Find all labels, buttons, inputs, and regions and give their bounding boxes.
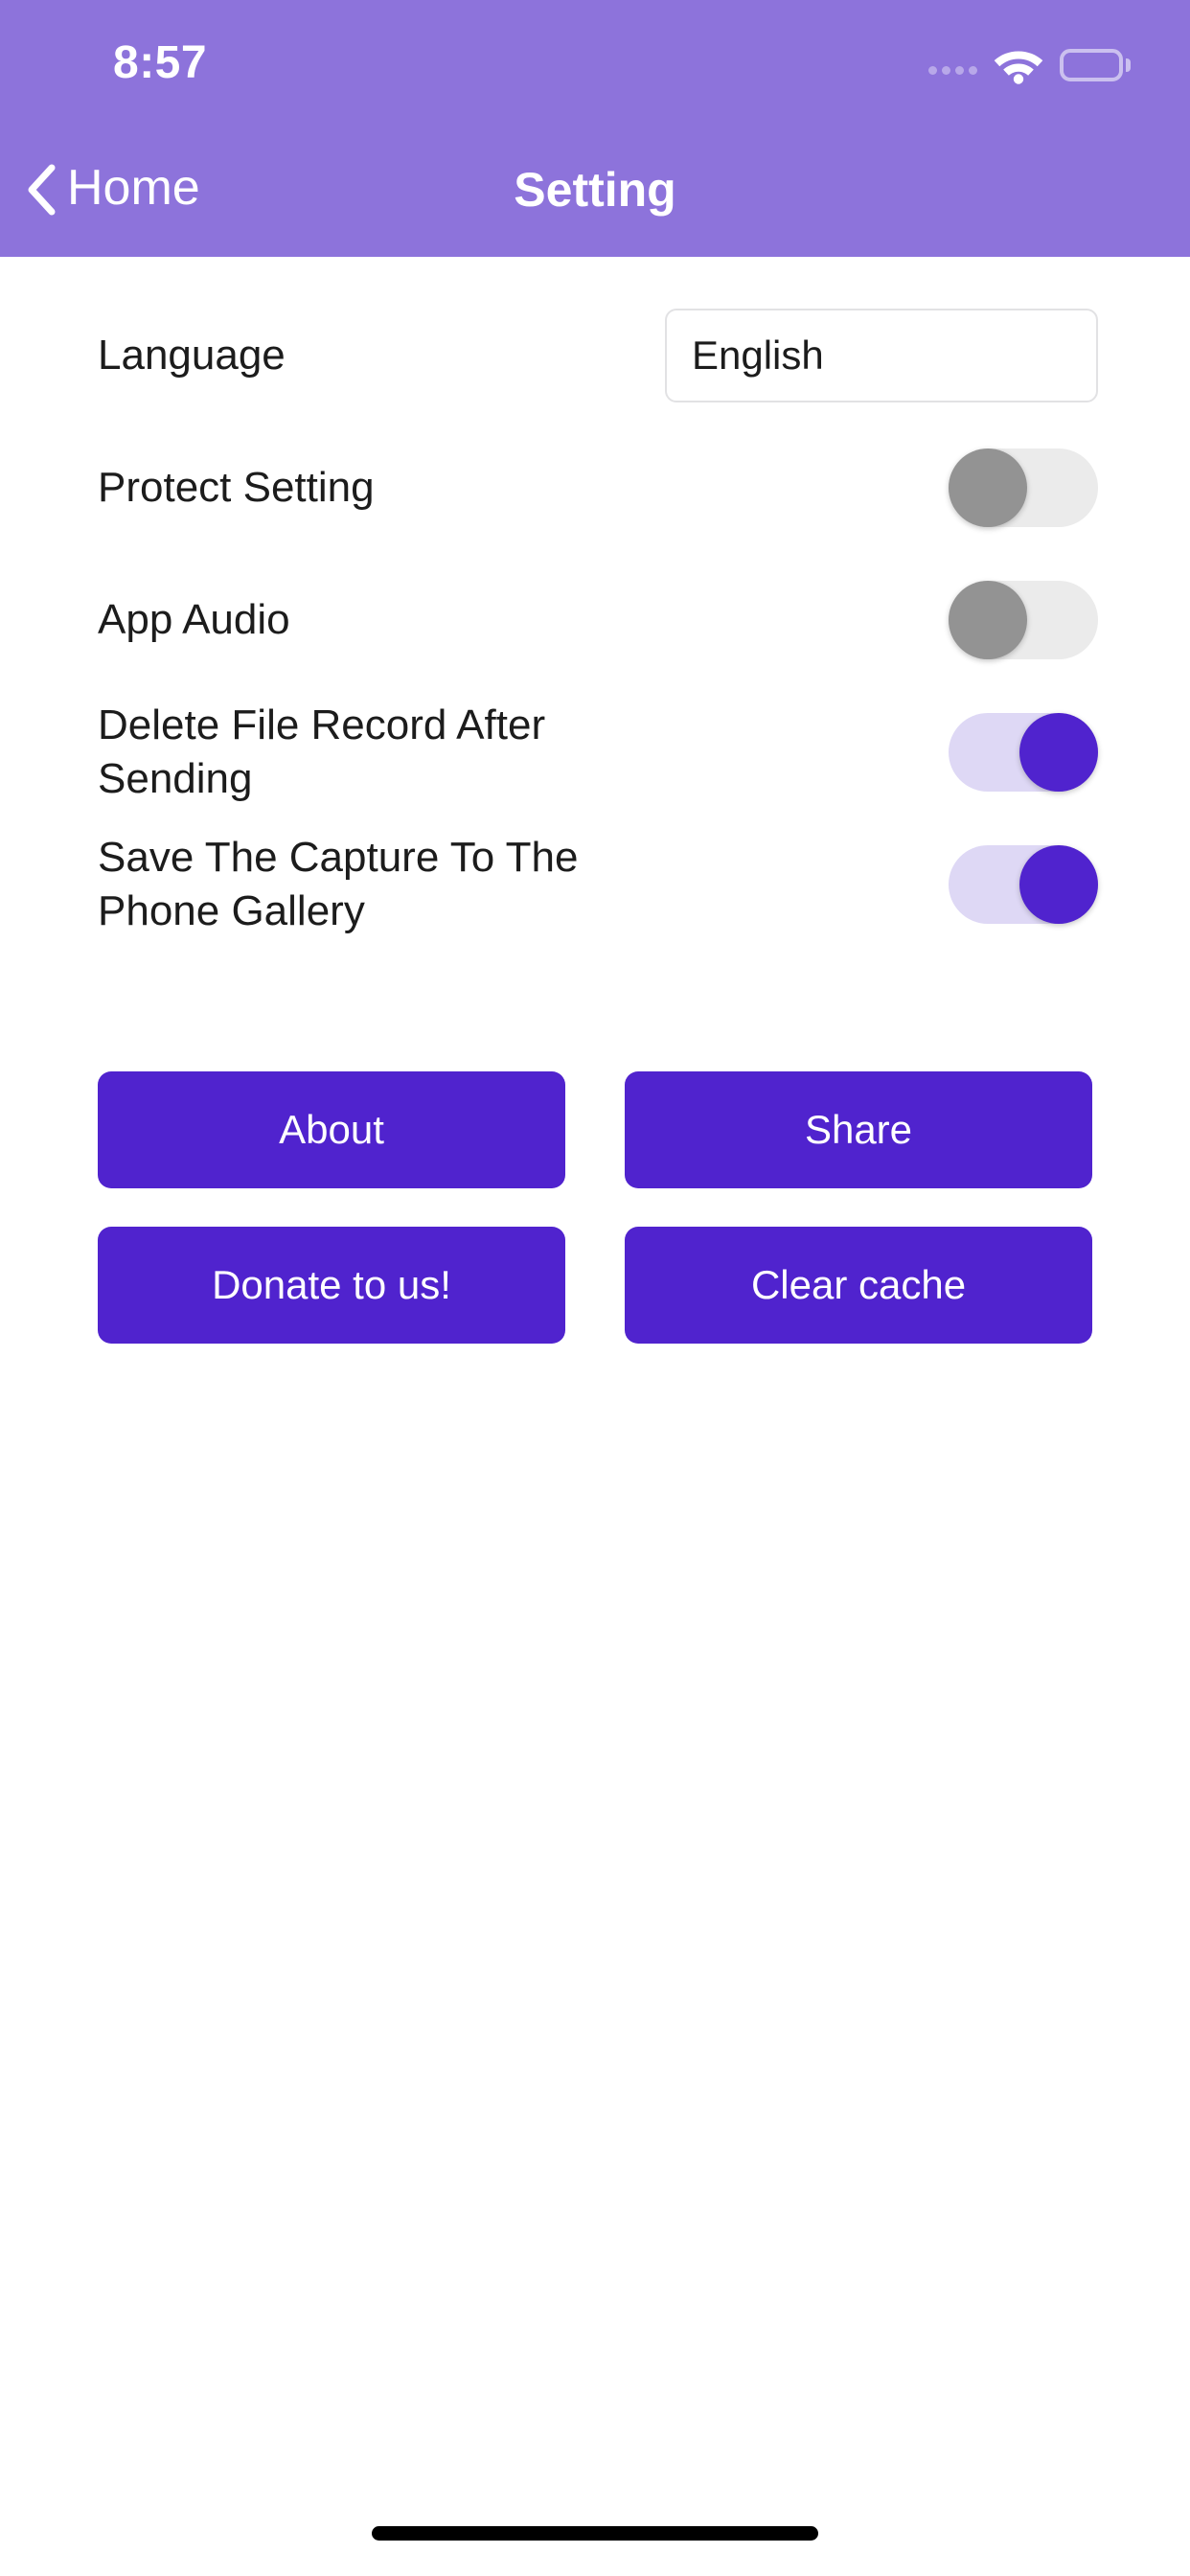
- back-button[interactable]: Home: [25, 123, 217, 257]
- phone-screen: 8:57: [0, 0, 1190, 2576]
- setting-label: Save The Capture To The Phone Gallery: [98, 831, 711, 939]
- clear-cache-button[interactable]: Clear cache: [625, 1227, 1092, 1344]
- toggle-thumb: [949, 581, 1027, 659]
- status-bar-indicators: [928, 42, 1131, 88]
- delete-file-record-toggle[interactable]: [949, 713, 1098, 792]
- home-indicator-area: [0, 2490, 1190, 2576]
- battery-icon: [1060, 48, 1131, 82]
- app-audio-toggle[interactable]: [949, 581, 1098, 659]
- home-indicator[interactable]: [372, 2526, 818, 2541]
- setting-row-protect-setting: Protect Setting: [0, 422, 1190, 554]
- setting-row-language: Language English: [0, 289, 1190, 422]
- setting-label: Protect Setting: [98, 461, 375, 515]
- settings-list: Language English Protect Setting App Aud…: [0, 257, 1190, 951]
- app-header: 8:57: [0, 0, 1190, 257]
- setting-label: App Audio: [98, 593, 290, 647]
- status-bar: 8:57: [0, 0, 1190, 123]
- setting-label: Language: [98, 329, 286, 382]
- wifi-icon: [993, 46, 1044, 84]
- action-button-grid: About Share Donate to us! Clear cache: [0, 1071, 1190, 1344]
- language-select-value: English: [692, 333, 824, 379]
- setting-label: Delete File Record After Sending: [98, 699, 711, 807]
- toggle-thumb: [1019, 713, 1098, 792]
- donate-button[interactable]: Donate to us!: [98, 1227, 565, 1344]
- back-button-label: Home: [67, 163, 200, 217]
- share-button[interactable]: Share: [625, 1071, 1092, 1188]
- status-bar-clock: 8:57: [113, 40, 207, 86]
- toggle-thumb: [1019, 845, 1098, 924]
- language-select[interactable]: English: [665, 309, 1098, 402]
- setting-row-save-capture: Save The Capture To The Phone Gallery: [0, 818, 1190, 951]
- about-button[interactable]: About: [98, 1071, 565, 1188]
- setting-row-app-audio: App Audio: [0, 554, 1190, 686]
- save-capture-toggle[interactable]: [949, 845, 1098, 924]
- signal-dots-icon: [928, 51, 977, 80]
- toggle-thumb: [949, 448, 1027, 527]
- chevron-left-icon: [25, 164, 57, 216]
- setting-row-delete-file-record: Delete File Record After Sending: [0, 686, 1190, 818]
- settings-content: Language English Protect Setting App Aud…: [0, 257, 1190, 2576]
- nav-bar: Home Setting: [0, 123, 1190, 257]
- protect-setting-toggle[interactable]: [949, 448, 1098, 527]
